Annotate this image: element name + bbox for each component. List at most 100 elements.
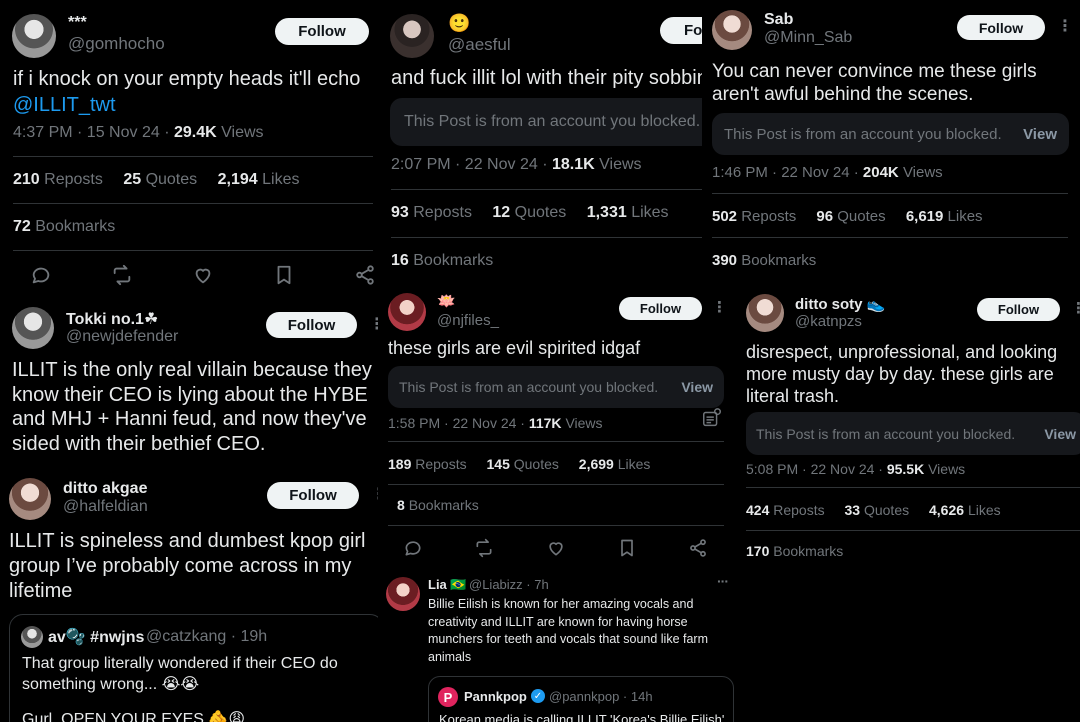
grok-analyze-icon[interactable] xyxy=(701,407,723,429)
quotes-stat[interactable]: 25 Quotes xyxy=(123,171,197,188)
quoted-handle: @catzkang · 19h xyxy=(146,628,268,645)
avatar[interactable] xyxy=(386,577,420,611)
post-text: if i knock on your empty heads it'll ech… xyxy=(13,66,360,118)
engagement-stats: 210 Reposts 25 Quotes 2,194 Likes xyxy=(13,171,315,189)
display-name[interactable]: Lia 🇧🇷 xyxy=(428,577,467,593)
divider xyxy=(388,441,724,442)
display-name[interactable]: *** xyxy=(68,14,87,32)
quotes-stat[interactable]: 96 Quotes xyxy=(816,208,885,225)
avatar[interactable] xyxy=(712,10,752,50)
follow-button[interactable]: Follow xyxy=(660,17,702,44)
likes-stat[interactable]: 2,699 Likes xyxy=(579,456,651,472)
handle[interactable]: @newjdefender xyxy=(66,328,178,346)
display-name[interactable]: Tokki no.1☘ xyxy=(66,309,158,329)
handle[interactable]: @katnpzs xyxy=(795,313,862,330)
mention-link[interactable]: @ILLIT_twt xyxy=(13,92,360,118)
more-options-icon[interactable]: ⋮ xyxy=(712,298,727,316)
view-blocked-button[interactable]: View xyxy=(1023,126,1057,143)
timestamp[interactable]: 5:08 PM · 22 Nov 24 · xyxy=(746,461,887,477)
bookmark-icon[interactable] xyxy=(617,538,637,558)
reposts-stat[interactable]: 93 Reposts xyxy=(391,204,472,221)
reposts-stat[interactable]: 424 Reposts xyxy=(746,502,825,518)
quoted-post[interactable]: av🫧 #nwjns @catzkang · 19h That group li… xyxy=(9,614,384,722)
handle[interactable]: @halfeldian xyxy=(63,498,148,516)
timestamp[interactable]: 4:37 PM · 15 Nov 24 · xyxy=(13,124,174,141)
more-options-icon[interactable]: ⋮ xyxy=(369,314,378,334)
views-label: Views xyxy=(928,461,966,477)
follow-button[interactable]: Follow xyxy=(266,312,357,338)
like-icon[interactable] xyxy=(192,264,214,286)
avatar[interactable] xyxy=(388,293,426,331)
bookmarks-stat[interactable]: 72 Bookmarks xyxy=(13,218,115,236)
quoted-text-line: Gurl, OPEN YOUR EYES 🫵😩 xyxy=(22,711,246,722)
post-text: Billie Eilish is known for her amazing v… xyxy=(428,596,708,666)
follow-button[interactable]: Follow xyxy=(275,18,369,45)
view-blocked-button[interactable]: View xyxy=(1044,426,1076,442)
more-options-icon[interactable]: ⋮ xyxy=(1057,16,1073,36)
quoted-text: Korean media is calling ILLIT 'Korea's B… xyxy=(439,712,725,722)
handle[interactable]: @Liabizz · 7h xyxy=(469,577,549,592)
quotes-stat[interactable]: 145 Quotes xyxy=(487,456,559,472)
view-blocked-button[interactable]: View xyxy=(681,379,713,395)
reply-icon[interactable] xyxy=(403,538,423,558)
timestamp[interactable]: 1:46 PM · 22 Nov 24 · xyxy=(712,164,863,181)
handle[interactable]: @njfiles_ xyxy=(437,312,499,329)
views-label: Views xyxy=(565,415,603,431)
bookmarks-stat[interactable]: 390 Bookmarks xyxy=(712,252,816,269)
timestamp-views: 5:08 PM · 22 Nov 24 · 95.5K Views xyxy=(746,461,965,477)
avatar[interactable] xyxy=(12,14,56,58)
reposts-stat[interactable]: 189 Reposts xyxy=(388,456,467,472)
divider xyxy=(13,156,373,157)
quoted-post[interactable]: P Pannkpop ✓ @pannkpop · 14h Korean medi… xyxy=(428,676,734,722)
likes-stat[interactable]: 2,194 Likes xyxy=(218,171,300,188)
avatar[interactable] xyxy=(12,307,54,349)
post-katnpzs: ditto soty 👟 @katnpzs Follow ⋮ disrespec… xyxy=(735,284,1080,572)
reposts-stat[interactable]: 210 Reposts xyxy=(13,171,103,188)
handle[interactable]: @Minn_Sab xyxy=(764,29,852,47)
avatar[interactable] xyxy=(390,14,434,58)
repost-icon[interactable] xyxy=(474,538,494,558)
divider xyxy=(746,530,1080,531)
like-icon[interactable] xyxy=(546,538,566,558)
share-icon[interactable] xyxy=(354,264,376,286)
blocked-text: This Post is from an account you blocked… xyxy=(399,379,659,395)
timestamp[interactable]: 1:58 PM · 22 Nov 24 · xyxy=(388,415,529,431)
follow-button[interactable]: Follow xyxy=(977,298,1060,321)
bookmarks-stat[interactable]: 8 Bookmarks xyxy=(397,497,479,513)
avatar[interactable] xyxy=(746,294,784,332)
display-name[interactable]: Sab xyxy=(764,11,793,29)
display-name[interactable]: 🪷 xyxy=(437,292,456,310)
timestamp-views: 2:07 PM · 22 Nov 24 · 18.1K Views xyxy=(391,156,642,174)
quotes-stat[interactable]: 33 Quotes xyxy=(845,502,910,518)
handle[interactable]: @aesful xyxy=(448,35,511,55)
bookmarks-stat[interactable]: 170 Bookmarks xyxy=(746,543,843,559)
display-name[interactable]: ditto akgae xyxy=(63,480,147,498)
reply-icon[interactable] xyxy=(30,264,52,286)
follow-button[interactable]: Follow xyxy=(267,482,359,509)
bookmarks-stat[interactable]: 16 Bookmarks xyxy=(391,252,493,270)
more-options-icon[interactable]: ⋮ xyxy=(1071,299,1080,317)
action-bar xyxy=(30,264,376,286)
share-icon[interactable] xyxy=(688,538,708,558)
post-halfeldian: ditto akgae @halfeldian Follow ⋮ ILLIT i… xyxy=(0,462,386,722)
likes-stat[interactable]: 6,619 Likes xyxy=(906,208,983,225)
more-options-icon[interactable]: ··· xyxy=(717,573,729,589)
follow-button[interactable]: Follow xyxy=(957,15,1045,40)
bookmark-icon[interactable] xyxy=(273,264,295,286)
timestamp[interactable]: 2:07 PM · 22 Nov 24 · xyxy=(391,156,552,173)
handle[interactable]: @gomhocho xyxy=(68,34,165,54)
likes-stat[interactable]: 1,331 Likes xyxy=(587,204,669,221)
follow-button[interactable]: Follow xyxy=(619,297,702,320)
post-text: and fuck illit lol with their pity sobbi… xyxy=(391,67,702,89)
divider xyxy=(391,237,702,238)
repost-icon[interactable] xyxy=(111,264,133,286)
display-name[interactable]: 🙂 xyxy=(448,13,470,34)
likes-stat[interactable]: 4,626 Likes xyxy=(929,502,1001,518)
divider xyxy=(712,237,1068,238)
avatar[interactable] xyxy=(9,478,51,520)
quotes-stat[interactable]: 12 Quotes xyxy=(492,204,566,221)
display-name[interactable]: ditto soty 👟 xyxy=(795,295,885,313)
post-njfiles: 🪷 @njfiles_ Follow ⋮ these girls are evi… xyxy=(378,282,735,572)
timestamp-views: 1:58 PM · 22 Nov 24 · 117K Views xyxy=(388,415,603,431)
reposts-stat[interactable]: 502 Reposts xyxy=(712,208,796,225)
